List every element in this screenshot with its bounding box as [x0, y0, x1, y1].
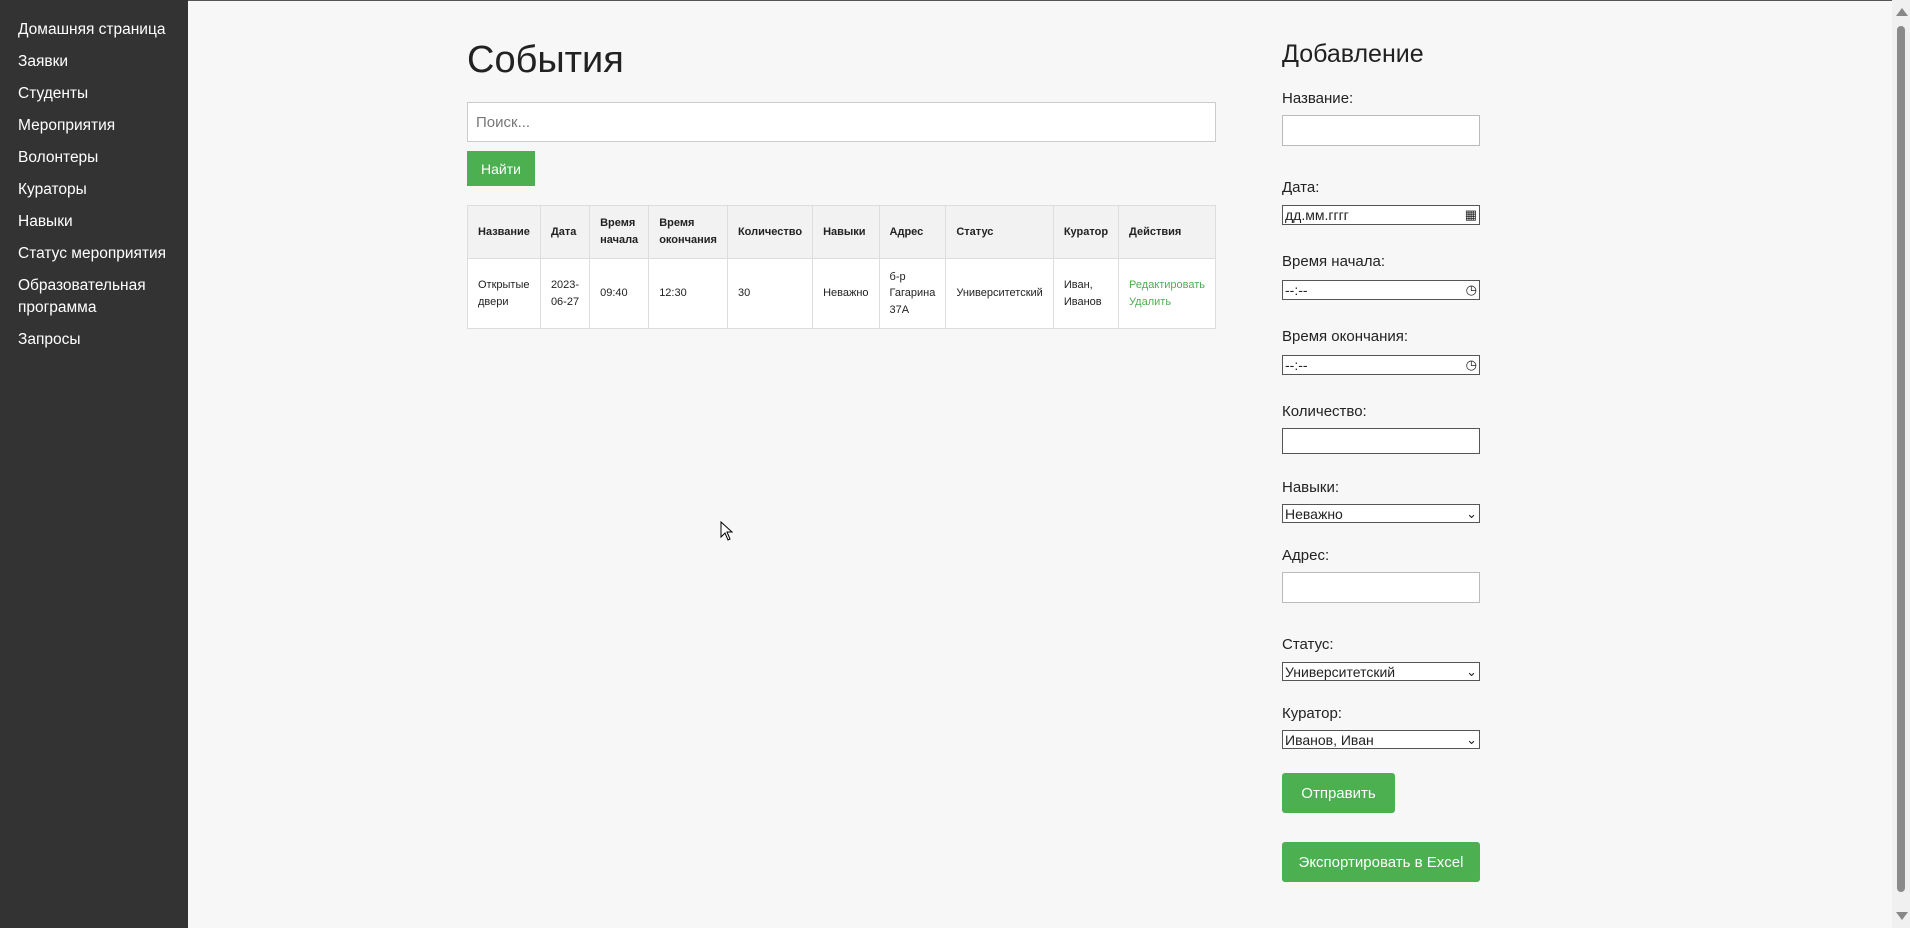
curator-label: Куратор:	[1282, 705, 1342, 722]
cell-status: Университетский	[945, 258, 1054, 329]
sidebar-menu: Домашняя страница Заявки Студенты Меропр…	[0, 0, 188, 351]
events-section: События Найти Название Дата Время начала…	[467, 38, 1217, 329]
cell-date: 2023-06-27	[539, 258, 591, 329]
curator-select[interactable]: Иванов, Иван ⌄	[1282, 730, 1480, 749]
column-header-curator: Куратор	[1052, 205, 1120, 259]
cell-end: 12:30	[648, 258, 728, 329]
clock-icon[interactable]: ◷	[1466, 357, 1477, 373]
end-time-label: Время окончания:	[1282, 328, 1409, 345]
sidebar-item-education-program[interactable]: Образовательная программа	[0, 275, 188, 319]
calendar-icon[interactable]: ▦	[1465, 207, 1477, 223]
skills-label: Навыки:	[1282, 479, 1340, 496]
curator-select-value: Иванов, Иван	[1285, 731, 1374, 748]
cell-actions: Редактировать Удалить	[1118, 258, 1217, 329]
add-event-form: Добавление Название: Дата: дд.мм.гггг ▦ …	[1282, 38, 1482, 882]
page-title: События	[467, 39, 624, 81]
submit-button[interactable]: Отправить	[1282, 773, 1395, 813]
sidebar-item-curators[interactable]: Кураторы	[0, 179, 188, 201]
status-select[interactable]: Университетский ⌄	[1282, 662, 1480, 681]
cell-start: 09:40	[589, 258, 650, 329]
name-label: Название:	[1282, 90, 1354, 107]
scroll-up-icon[interactable]	[1896, 8, 1908, 16]
vertical-scrollbar[interactable]	[1892, 0, 1910, 928]
mouse-cursor-icon	[720, 521, 734, 541]
scrollbar-thumb[interactable]	[1897, 26, 1905, 892]
status-label: Статус:	[1282, 636, 1334, 653]
count-label: Количество:	[1282, 403, 1367, 420]
start-time-value: --:--	[1285, 282, 1308, 298]
end-time-value: --:--	[1285, 357, 1308, 373]
column-header-actions: Действия	[1118, 205, 1217, 259]
sidebar: Домашняя страница Заявки Студенты Меропр…	[0, 0, 188, 928]
address-input[interactable]	[1282, 572, 1480, 603]
cell-address: б-р Гагарина 37А	[878, 258, 947, 329]
chevron-down-icon: ⌄	[1466, 663, 1477, 679]
search-input[interactable]	[467, 102, 1216, 142]
sidebar-item-event-status[interactable]: Статус мероприятия	[0, 243, 188, 265]
skills-select-value: Неважно	[1285, 505, 1343, 522]
column-header-name: Название	[467, 205, 541, 259]
chevron-down-icon: ⌄	[1466, 505, 1477, 521]
edit-link[interactable]: Редактировать	[1129, 277, 1205, 294]
sidebar-item-events[interactable]: Мероприятия	[0, 115, 188, 137]
count-input[interactable]	[1282, 428, 1480, 454]
top-border	[188, 0, 1892, 1]
date-label: Дата:	[1282, 179, 1320, 196]
table-row: Открытые двери 2023-06-27 09:40 12:30 30…	[467, 258, 1217, 329]
date-input-value: дд.мм.гггг	[1285, 207, 1349, 223]
export-excel-button[interactable]: Экспортировать в Excel	[1282, 842, 1480, 882]
column-header-date: Дата	[539, 205, 591, 259]
cell-count: 30	[726, 258, 814, 329]
column-header-skills: Навыки	[812, 205, 880, 259]
status-select-value: Университетский	[1285, 663, 1396, 680]
cell-curator: Иван, Иванов	[1052, 258, 1120, 329]
chevron-down-icon: ⌄	[1466, 731, 1477, 747]
search-button[interactable]: Найти	[467, 151, 535, 186]
column-header-count: Количество	[726, 205, 814, 259]
column-header-start: Время начала	[589, 205, 650, 259]
events-table: Название Дата Время начала Время окончан…	[467, 205, 1217, 329]
cell-skills: Неважно	[812, 258, 880, 329]
start-time-label: Время начала:	[1282, 253, 1386, 270]
sidebar-item-home[interactable]: Домашняя страница	[0, 19, 188, 41]
sidebar-item-volunteers[interactable]: Волонтеры	[0, 147, 188, 169]
skills-select[interactable]: Неважно ⌄	[1282, 504, 1480, 523]
sidebar-item-applications[interactable]: Заявки	[0, 51, 188, 73]
column-header-status: Статус	[945, 205, 1054, 259]
table-header-row: Название Дата Время начала Время окончан…	[467, 205, 1217, 259]
sidebar-item-skills[interactable]: Навыки	[0, 211, 188, 233]
form-title: Добавление	[1282, 40, 1424, 68]
column-header-end: Время окончания	[648, 205, 728, 259]
address-label: Адрес:	[1282, 547, 1330, 564]
start-time-input[interactable]: --:-- ◷	[1282, 280, 1480, 300]
sidebar-item-students[interactable]: Студенты	[0, 83, 188, 105]
clock-icon[interactable]: ◷	[1466, 282, 1477, 298]
name-input[interactable]	[1282, 115, 1480, 146]
delete-link[interactable]: Удалить	[1129, 294, 1205, 311]
cell-name: Открытые двери	[467, 258, 541, 329]
scroll-down-icon[interactable]	[1896, 912, 1908, 920]
sidebar-item-requests[interactable]: Запросы	[0, 329, 188, 351]
column-header-address: Адрес	[878, 205, 947, 259]
end-time-input[interactable]: --:-- ◷	[1282, 355, 1480, 375]
date-input[interactable]: дд.мм.гггг ▦	[1282, 205, 1480, 225]
